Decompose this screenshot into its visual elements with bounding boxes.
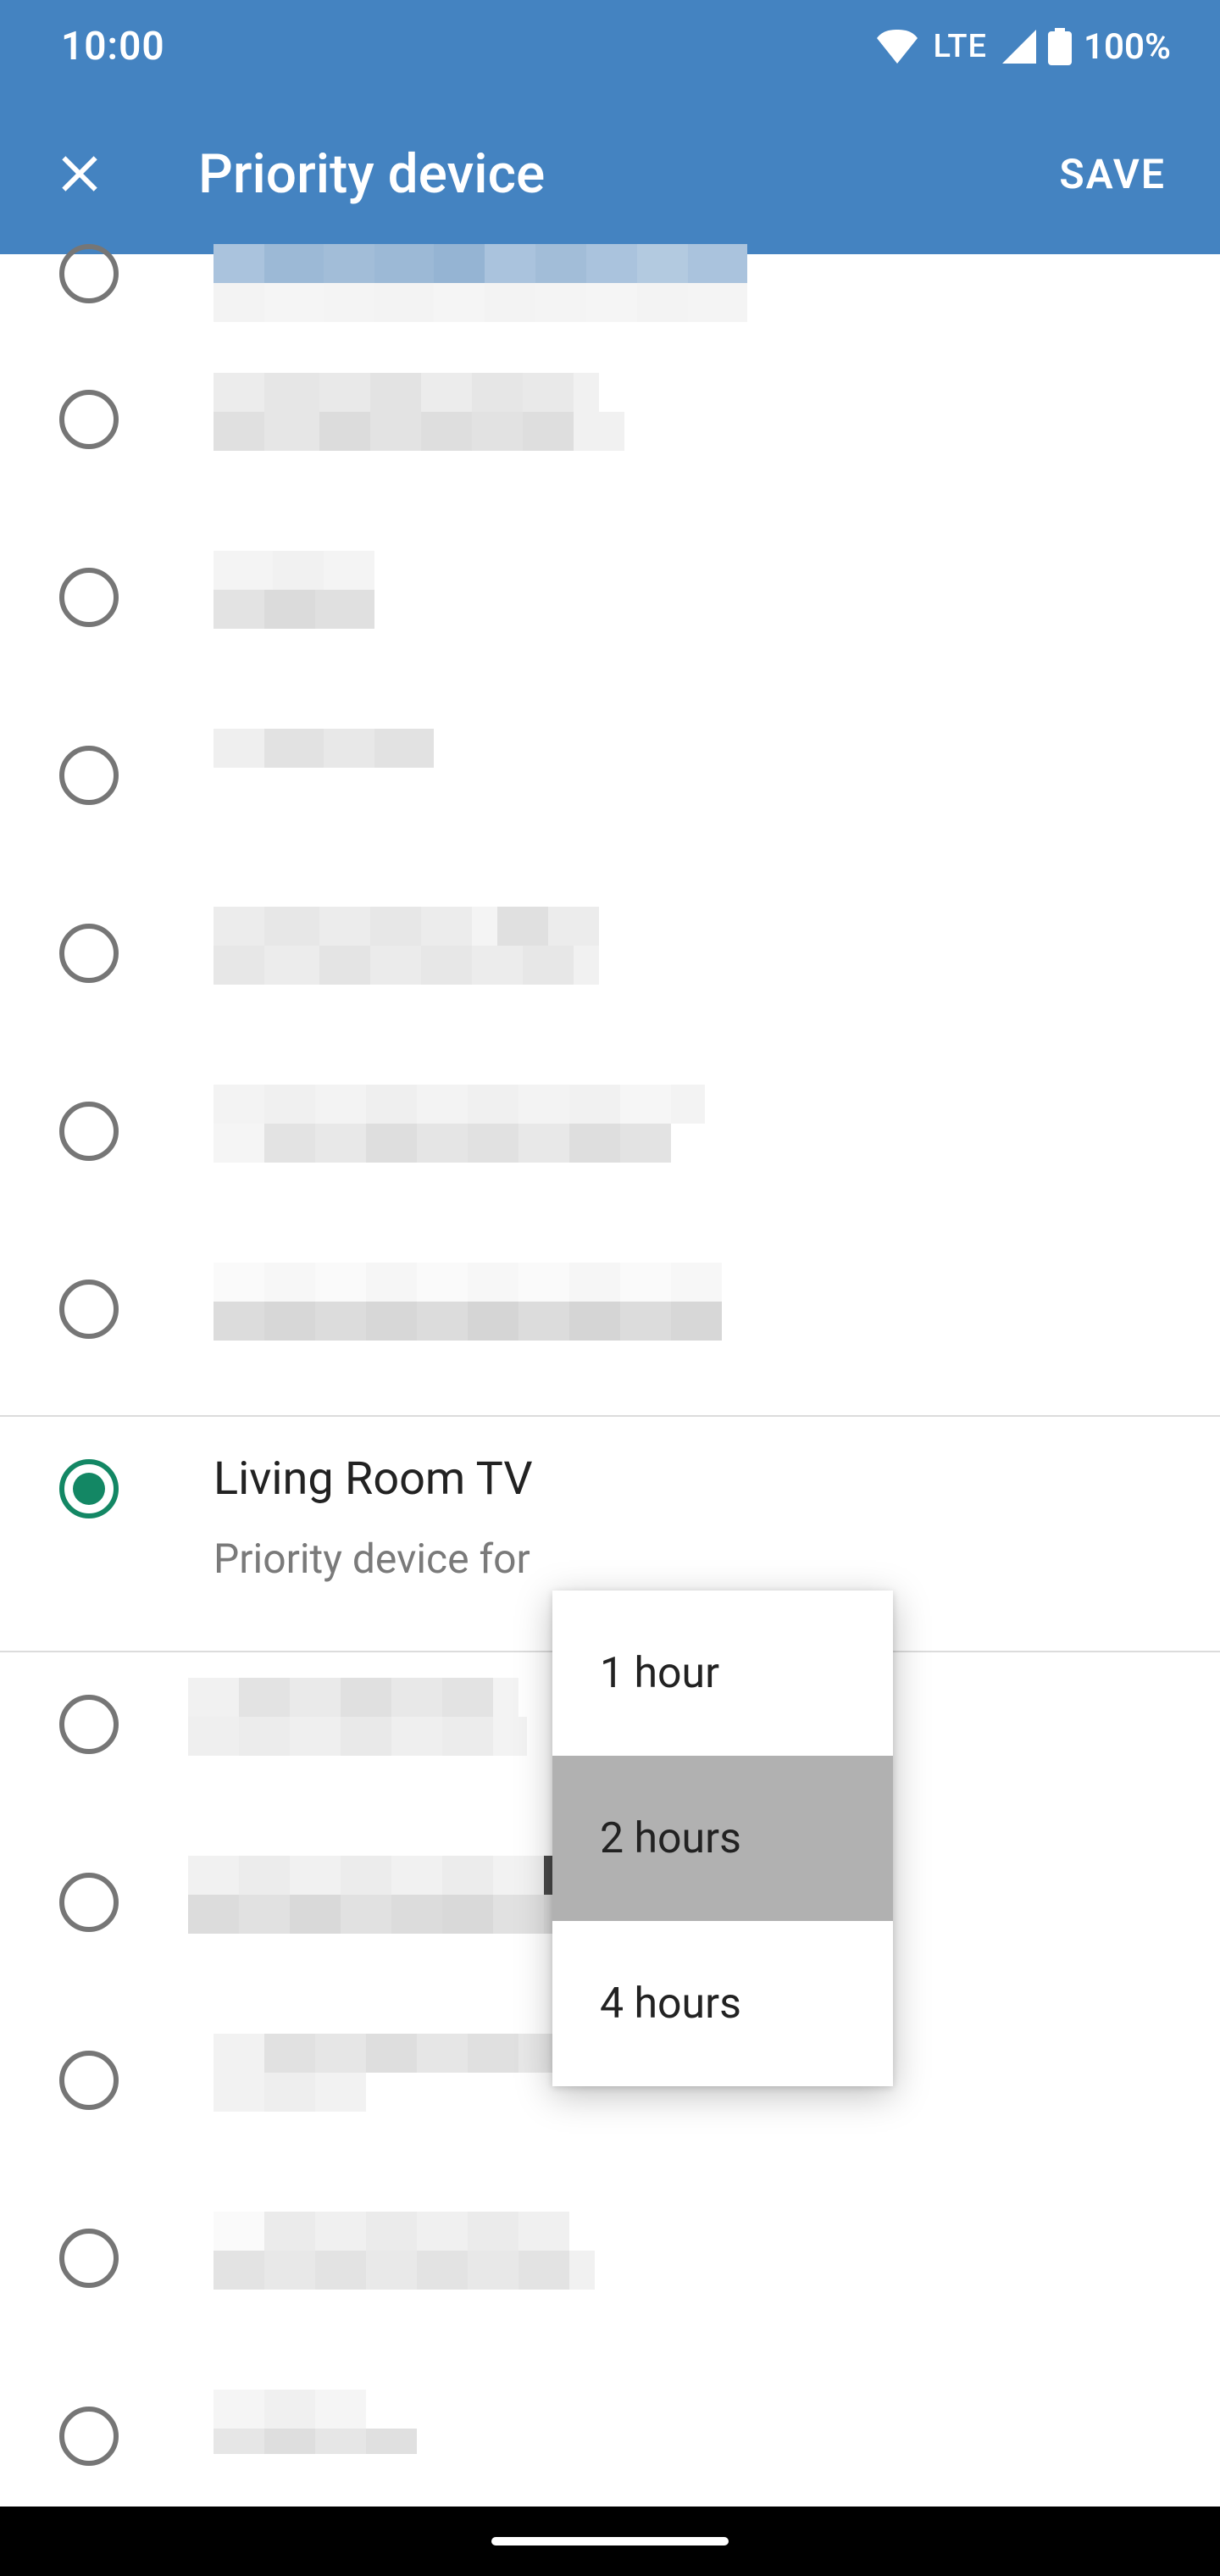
duration-option-4h[interactable]: 4 hours: [552, 1921, 893, 2086]
radio-button[interactable]: [59, 746, 119, 805]
signal-icon: [1002, 30, 1036, 64]
redacted-label: [214, 1263, 1186, 1341]
device-label: Living Room TV: [214, 1452, 1186, 1506]
radio-button[interactable]: [59, 244, 119, 303]
radio-button[interactable]: [59, 568, 119, 627]
redacted-label: [214, 907, 1186, 985]
duration-dropdown: 1 hour 2 hours 4 hours: [552, 1591, 893, 2086]
status-time: 10:00: [61, 24, 165, 69]
redacted-label: [214, 551, 1186, 629]
radio-button[interactable]: [59, 1102, 119, 1161]
radio-button[interactable]: [59, 1873, 119, 1932]
device-row[interactable]: [0, 347, 1220, 525]
device-row[interactable]: [0, 703, 1220, 881]
save-button[interactable]: SAVE: [1051, 133, 1174, 215]
duration-option-2h[interactable]: 2 hours: [552, 1756, 893, 1921]
battery-icon: [1048, 28, 1072, 65]
device-row[interactable]: [0, 244, 1220, 347]
device-subtitle: Priority device for: [214, 1535, 1186, 1583]
home-handle[interactable]: [491, 2537, 729, 2545]
radio-button[interactable]: [59, 1280, 119, 1339]
redacted-label: [214, 2212, 1186, 2290]
device-list: Living Room TV Priority device for: [0, 244, 1220, 2491]
radio-button[interactable]: [59, 2229, 119, 2288]
redacted-label: [214, 1085, 1186, 1163]
device-row[interactable]: [0, 1059, 1220, 1237]
duration-option-1h[interactable]: 1 hour: [552, 1591, 893, 1756]
radio-button[interactable]: [59, 390, 119, 449]
radio-button[interactable]: [59, 1695, 119, 1754]
device-row[interactable]: [0, 2364, 1220, 2491]
close-icon: [56, 150, 103, 197]
device-row[interactable]: [0, 1237, 1220, 1415]
network-label: LTE: [933, 28, 987, 65]
radio-button[interactable]: [59, 2051, 119, 2110]
radio-button[interactable]: [59, 1459, 119, 1518]
device-row[interactable]: [0, 2186, 1220, 2364]
device-row[interactable]: [0, 881, 1220, 1059]
wifi-icon: [877, 30, 918, 64]
device-row[interactable]: [0, 525, 1220, 703]
battery-percent: 100%: [1084, 26, 1171, 68]
radio-button[interactable]: [59, 2407, 119, 2466]
redacted-label: [214, 373, 1186, 451]
redacted-label: [214, 729, 1186, 768]
close-button[interactable]: [46, 140, 114, 208]
status-right: LTE 100%: [877, 26, 1171, 68]
page-title: Priority device: [198, 142, 1051, 206]
radio-button[interactable]: [59, 924, 119, 983]
redacted-label: [214, 2390, 1186, 2454]
app-bar: Priority device SAVE: [0, 93, 1220, 254]
redacted-label: [214, 244, 1186, 322]
status-bar: 10:00 LTE 100%: [0, 0, 1220, 93]
system-nav-bar: [0, 2507, 1220, 2576]
